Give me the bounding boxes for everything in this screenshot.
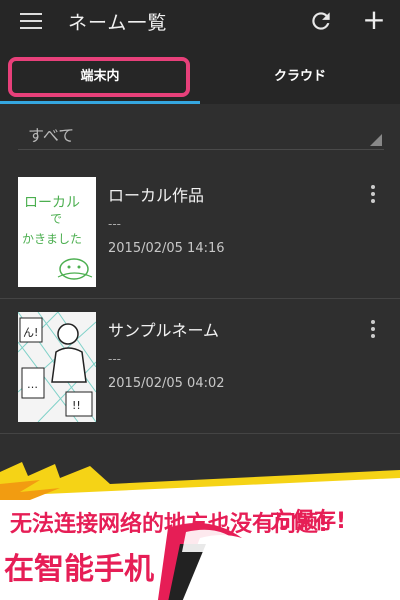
svg-text:!!: !! (72, 399, 81, 412)
banner-tagline: 方保存! (270, 509, 347, 534)
list-item[interactable]: ん! … !! サンプルネーム --- 2015/02/05 04:02 (0, 300, 400, 434)
filter-selected-value: すべて (28, 126, 75, 145)
item-subtitle: --- (108, 217, 121, 231)
promo-banner: 无法连接网络的地方也没有问题! 方保存! 在智能手机 (0, 456, 400, 600)
more-vert-icon[interactable] (366, 320, 380, 342)
highlight-annotation (8, 57, 190, 97)
page-title: ネーム一覧 (68, 12, 168, 34)
item-date: 2015/02/05 14:16 (108, 241, 225, 256)
refresh-icon[interactable] (308, 8, 334, 34)
svg-text:かきました: かきました (22, 232, 82, 246)
thumbnail: ローカル で かきました (18, 177, 96, 287)
item-date: 2015/02/05 04:02 (108, 376, 225, 391)
svg-text:ん!: ん! (23, 326, 38, 339)
app-bar: ネーム一覧 + (0, 0, 400, 44)
app-logo-icon (157, 522, 242, 600)
svg-text:で: で (50, 212, 62, 226)
filter-dropdown[interactable]: すべて (18, 118, 384, 150)
item-title: サンプルネーム (108, 321, 220, 340)
item-title: ローカル作品 (108, 186, 205, 205)
item-subtitle: --- (108, 352, 121, 366)
thumbnail: ん! … !! (18, 312, 96, 422)
more-vert-icon[interactable] (366, 185, 380, 207)
svg-text:ローカル: ローカル (24, 195, 80, 211)
banner-subheadline: 在智能手机 (4, 552, 154, 587)
svg-text:…: … (27, 378, 38, 391)
menu-icon[interactable] (20, 13, 42, 29)
dropdown-arrow-icon (370, 134, 382, 146)
tab-cloud[interactable]: クラウド (200, 44, 400, 104)
list-item[interactable]: ローカル で かきました ローカル作品 --- 2015/02/05 14:16 (0, 165, 400, 299)
tab-selected-indicator (0, 101, 200, 104)
tab-cloud-label: クラウド (273, 68, 326, 84)
add-icon[interactable]: + (360, 6, 388, 34)
